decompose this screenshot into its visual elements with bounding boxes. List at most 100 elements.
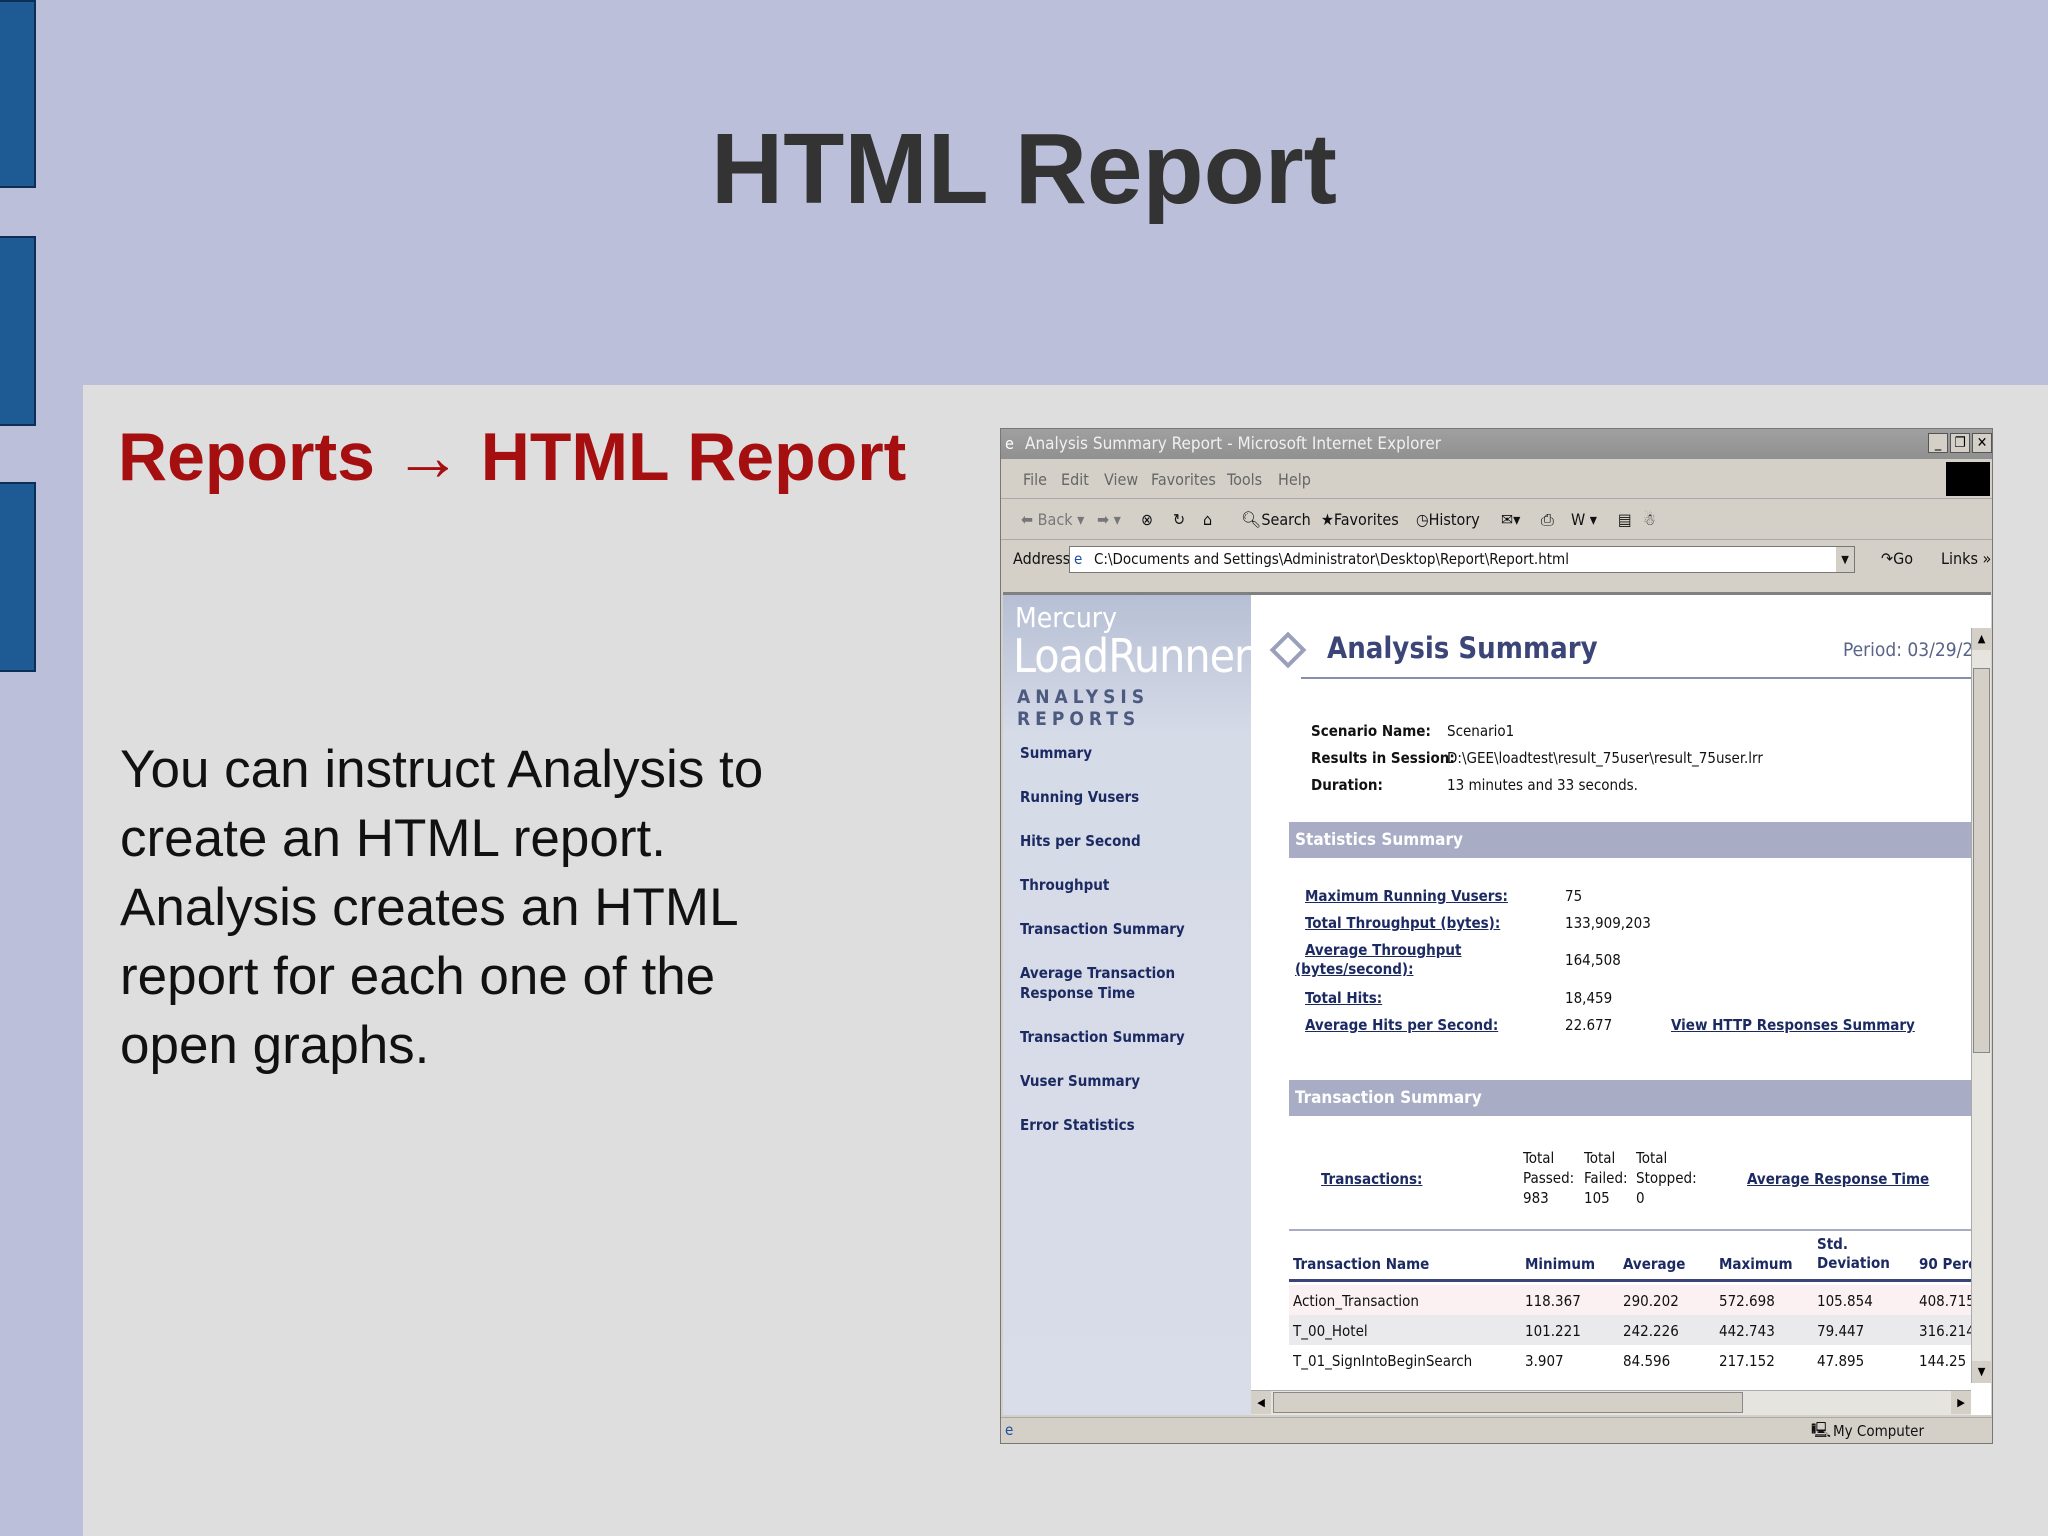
failed-header-2: Failed: — [1584, 1169, 1628, 1187]
minimize-button[interactable]: _ — [1928, 433, 1948, 453]
nav-transaction-summary[interactable]: Transaction Summary — [1020, 919, 1245, 939]
cell-std-deviation: 105.854 — [1817, 1292, 1873, 1310]
vertical-scrollbar[interactable]: ▲ ▼ — [1971, 628, 1991, 1383]
nav-running-vusers[interactable]: Running Vusers — [1020, 787, 1245, 807]
standard-toolbar: ⬅ Back ▾ ➡ ▾ ⊗ ↻ ⌂ 🔍︎Search ★Favorites ◷… — [1001, 499, 1992, 540]
links-label: Links — [1941, 549, 1978, 568]
browser-window: e Analysis Summary Report - Microsoft In… — [1000, 428, 1993, 1444]
total-passed: Total Passed: 983 — [1523, 1148, 1574, 1208]
go-label: Go — [1893, 549, 1914, 568]
edit-icon[interactable]: W ▾ — [1571, 510, 1597, 529]
cell-90-percent: 408.715 — [1919, 1292, 1975, 1310]
logo-loadrunner: LoadRunner — [1013, 629, 1251, 683]
window-title: Analysis Summary Report - Microsoft Inte… — [1025, 434, 1442, 454]
menu-help[interactable]: Help — [1278, 470, 1311, 489]
discuss-icon[interactable]: ▤ — [1618, 510, 1632, 529]
total-hits-link[interactable]: Total Hits: — [1305, 989, 1382, 1008]
stop-icon[interactable]: ⊗ — [1141, 510, 1153, 529]
total-stopped: Total Stopped: 0 — [1636, 1148, 1697, 1208]
max-vusers-link[interactable]: Maximum Running Vusers: — [1305, 887, 1508, 906]
address-input[interactable]: e C:\Documents and Settings\Administrato… — [1069, 546, 1855, 573]
nav-summary[interactable]: Summary — [1020, 743, 1245, 763]
cell-average: 84.596 — [1623, 1352, 1671, 1370]
cell-average: 242.226 — [1623, 1322, 1679, 1340]
total-throughput-value: 133,909,203 — [1565, 914, 1651, 932]
col-transaction-name: Transaction Name — [1293, 1255, 1430, 1273]
scroll-left-icon[interactable]: ◀ — [1251, 1391, 1271, 1414]
scenario-value: Scenario1 — [1447, 722, 1515, 740]
menu-view[interactable]: View — [1104, 470, 1138, 489]
scroll-h-thumb[interactable] — [1273, 1392, 1743, 1413]
col-maximum: Maximum — [1719, 1255, 1793, 1273]
nav-hits-per-second[interactable]: Hits per Second — [1020, 831, 1245, 851]
scroll-up-icon[interactable]: ▲ — [1972, 628, 1991, 650]
transactions-link[interactable]: Transactions: — [1321, 1170, 1422, 1189]
status-page-icon: e — [1005, 1421, 1014, 1439]
cell-maximum: 572.698 — [1719, 1292, 1775, 1310]
favorites-label: Favorites — [1333, 510, 1399, 529]
average-hits-link[interactable]: Average Hits per Second: — [1305, 1016, 1498, 1035]
scroll-right-icon[interactable]: ▶ — [1951, 1391, 1971, 1414]
max-vusers-value: 75 — [1565, 887, 1583, 905]
nav-throughput[interactable]: Throughput — [1020, 875, 1245, 895]
report-period: Period: 03/29/2 — [1843, 639, 1974, 661]
print-icon[interactable]: ⎙ — [1541, 510, 1554, 530]
menu-file[interactable]: File — [1023, 470, 1047, 489]
total-throughput-link[interactable]: Total Throughput (bytes): — [1305, 914, 1500, 933]
duration-label: Duration: — [1311, 776, 1383, 794]
session-value: D:\GEE\loadtest\result_75user\result_75u… — [1447, 749, 1763, 767]
favorites-button[interactable]: ★Favorites — [1321, 510, 1399, 529]
passed-header-2: Passed: — [1523, 1169, 1575, 1187]
nav-vuser-summary[interactable]: Vuser Summary — [1020, 1071, 1245, 1091]
status-zone: My Computer — [1833, 1422, 1925, 1440]
slide-side-tab — [0, 236, 36, 426]
search-button[interactable]: 🔍︎Search — [1241, 510, 1311, 529]
average-throughput-link[interactable]: Average Throughput (bytes/second): — [1295, 941, 1461, 979]
menu-tools[interactable]: Tools — [1227, 470, 1262, 489]
cell-90-percent: 144.25 — [1919, 1352, 1967, 1370]
average-throughput-value: 164,508 — [1565, 951, 1621, 969]
transaction-summary-header: Transaction Summary — [1289, 1080, 1971, 1116]
slide-side-tab — [0, 482, 36, 672]
ie-icon: e — [1005, 434, 1014, 453]
cell-maximum: 442.743 — [1719, 1322, 1775, 1340]
slide-subtitle: Reports → HTML Report — [118, 419, 907, 495]
nav-transaction-summary-2[interactable]: Transaction Summary — [1020, 1027, 1245, 1047]
table-top-rule — [1289, 1229, 1971, 1231]
cell-minimum: 118.367 — [1525, 1292, 1581, 1310]
passed-header-1: Total — [1523, 1149, 1555, 1167]
refresh-icon[interactable]: ↻ — [1173, 510, 1185, 529]
home-icon[interactable]: ⌂ — [1203, 510, 1212, 529]
col-std-label: Std. — [1817, 1235, 1848, 1253]
col-minimum: Minimum — [1525, 1255, 1596, 1273]
stopped-value: 0 — [1636, 1189, 1645, 1207]
close-button[interactable]: ✕ — [1972, 433, 1992, 453]
duration-value: 13 minutes and 33 seconds. — [1447, 776, 1638, 794]
history-button[interactable]: ◷History — [1416, 510, 1480, 529]
address-bar: Address e C:\Documents and Settings\Admi… — [1001, 540, 1992, 578]
menu-edit[interactable]: Edit — [1061, 470, 1089, 489]
cell-average: 290.202 — [1623, 1292, 1679, 1310]
menu-favorites[interactable]: Favorites — [1151, 470, 1216, 489]
go-button[interactable]: ↷Go — [1881, 549, 1913, 568]
links-button[interactable]: Links » — [1941, 549, 1991, 568]
stopped-header-1: Total — [1636, 1149, 1668, 1167]
window-titlebar: e Analysis Summary Report - Microsoft In… — [1001, 429, 1992, 459]
forward-button[interactable]: ➡ ▾ — [1097, 510, 1121, 529]
messenger-icon[interactable]: ☃ — [1643, 510, 1656, 529]
nav-error-statistics[interactable]: Error Statistics — [1020, 1115, 1245, 1135]
horizontal-scrollbar[interactable]: ◀ ▶ — [1251, 1390, 1971, 1415]
nav-average-transaction-response-time[interactable]: Average Transaction Response Time — [1020, 963, 1245, 1003]
scroll-down-icon[interactable]: ▼ — [1972, 1361, 1991, 1383]
address-dropdown-icon[interactable]: ▼ — [1836, 547, 1854, 572]
failed-value: 105 — [1584, 1189, 1610, 1207]
diamond-icon — [1269, 631, 1307, 669]
back-button[interactable]: ⬅ Back ▾ — [1021, 510, 1084, 529]
average-response-time-link[interactable]: Average Response Time — [1747, 1170, 1929, 1189]
slide-title: HTML Report — [711, 113, 1337, 225]
http-responses-link[interactable]: View HTTP Responses Summary — [1671, 1016, 1915, 1035]
average-hits-value: 22.677 — [1565, 1016, 1613, 1034]
scroll-thumb[interactable] — [1973, 668, 1990, 1053]
mail-icon[interactable]: ✉▾ — [1501, 510, 1520, 529]
restore-button[interactable]: ❐ — [1950, 433, 1970, 453]
